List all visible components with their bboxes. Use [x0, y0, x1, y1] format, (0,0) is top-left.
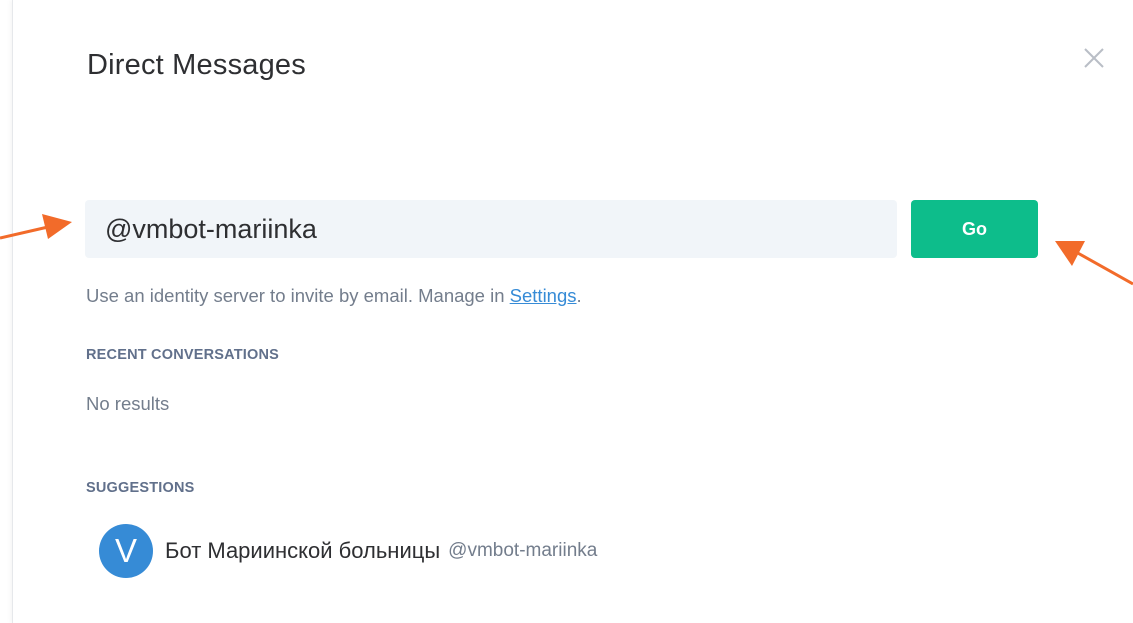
avatar: V	[99, 524, 153, 578]
go-button[interactable]: Go	[911, 200, 1038, 258]
suggestion-item[interactable]: V Бот Мариинской больницы @vmbot-mariink…	[99, 524, 597, 578]
user-search-input[interactable]	[105, 213, 897, 245]
close-icon[interactable]	[1079, 43, 1109, 73]
no-results-text: No results	[86, 393, 170, 414]
settings-link[interactable]: Settings	[510, 285, 577, 306]
hint-text-end: .	[576, 285, 582, 306]
suggestion-user-id: @vmbot-mariinka	[448, 540, 598, 561]
recent-conversations-heading: RECENT CONVERSATIONS	[86, 347, 280, 363]
direct-messages-dialog: Direct Messages Go Use an identity serve…	[12, 0, 1133, 623]
user-search-field[interactable]	[85, 200, 897, 258]
suggestion-name: Бот Мариинской больницы	[165, 538, 441, 563]
dialog-title: Direct Messages	[87, 49, 306, 81]
hint-text: Use an identity server to invite by emai…	[86, 285, 510, 306]
suggestions-heading: SUGGESTIONS	[86, 480, 195, 496]
identity-server-hint: Use an identity server to invite by emai…	[86, 285, 582, 307]
